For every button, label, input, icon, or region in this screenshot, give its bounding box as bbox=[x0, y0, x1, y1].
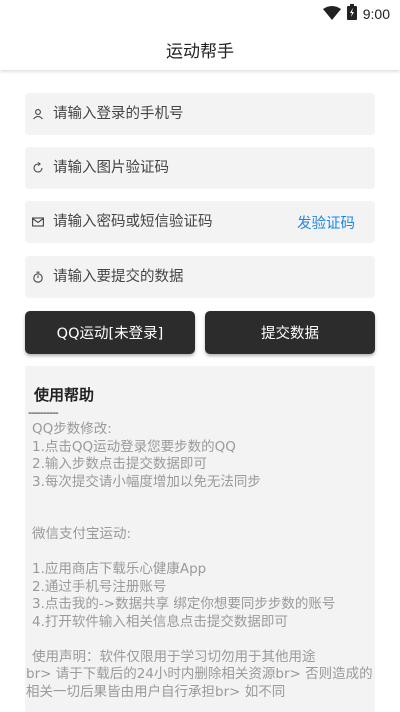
steps-field[interactable] bbox=[25, 256, 375, 298]
help-line: QQ步数修改: bbox=[32, 421, 112, 437]
help-blank bbox=[32, 544, 375, 562]
refresh-icon bbox=[31, 161, 45, 175]
help-title: 使用帮助 bbox=[34, 386, 95, 404]
help-line: 3.每次提交请小幅度增加以免无法同步 bbox=[32, 473, 261, 490]
qq-login-button[interactable]: QQ运动[未登录] bbox=[25, 311, 195, 354]
captcha-input[interactable] bbox=[53, 147, 375, 189]
help-body: QQ步数修改: 1.点击QQ运动登录您要步数的QQ 2.输入步数点击提交数据即可… bbox=[26, 421, 375, 701]
app-bar: 运动帮手 bbox=[0, 28, 400, 70]
steps-input[interactable] bbox=[53, 256, 375, 298]
help-divider: ---------- bbox=[28, 406, 59, 419]
mail-icon bbox=[31, 215, 45, 229]
help-blank bbox=[32, 631, 375, 649]
page-title: 运动帮手 bbox=[166, 41, 234, 62]
captcha-field[interactable] bbox=[25, 147, 375, 189]
timer-icon bbox=[31, 270, 45, 284]
send-code-button[interactable]: 发验证码 bbox=[297, 201, 355, 243]
wifi-icon bbox=[322, 5, 341, 24]
submit-button[interactable]: 提交数据 bbox=[205, 311, 375, 354]
phone-input[interactable] bbox=[53, 93, 375, 135]
help-line: 4.打开软件输入相关信息点击提交数据即可 bbox=[32, 613, 288, 630]
help-line: 1.应用商店下载乐心健康App bbox=[32, 561, 207, 577]
password-field[interactable]: 发验证码 bbox=[25, 201, 375, 243]
help-line: 2.通过手机号注册账号 bbox=[32, 578, 167, 595]
user-icon bbox=[31, 107, 45, 121]
status-time: 9:00 bbox=[362, 6, 390, 22]
help-blank bbox=[32, 509, 375, 527]
help-line: 使用声明：软件仅限用于学习切勿用于其他用途 bbox=[32, 648, 316, 665]
help-line: 2.输入步数点击提交数据即可 bbox=[32, 456, 207, 472]
status-bar: 9:00 bbox=[0, 0, 400, 28]
help-panel[interactable]: 使用帮助 ---------- QQ步数修改: 1.点击QQ运动登录您要步数的Q… bbox=[25, 366, 375, 712]
help-line: 3.点击我的->数据共享 绑定你想要同步步数的账号 bbox=[32, 596, 336, 612]
help-line: 微信支付宝运动: bbox=[32, 526, 132, 542]
help-line: 1.点击QQ运动登录您要步数的QQ bbox=[32, 438, 236, 455]
phone-field[interactable] bbox=[25, 93, 375, 135]
battery-charging-icon bbox=[346, 4, 357, 24]
help-disclaimer: br> 请于下载后的24小时内删除相关资源br> 否则造成的相关一切后果皆由用户… bbox=[26, 666, 373, 700]
help-blank bbox=[32, 491, 375, 509]
